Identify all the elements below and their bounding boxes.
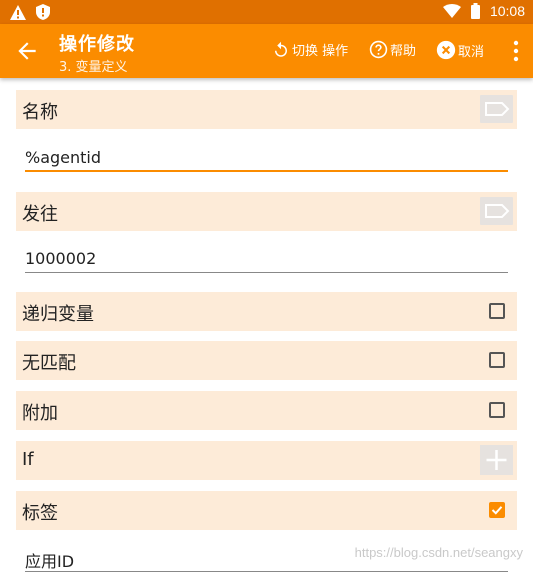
shield-icon [36,4,50,20]
help-label: 帮助 [390,44,417,59]
if-label: If [22,449,34,470]
page-subtitle: 3. 变量定义 [59,60,128,75]
back-arrow-icon[interactable] [14,38,40,64]
name-row: 名称 [16,90,517,129]
help-icon [369,40,388,59]
help-button[interactable]: 帮助 [369,40,416,59]
page-title: 操作修改 [59,34,135,55]
tag-label: 标签 [22,503,58,524]
tag-checkbox[interactable] [489,502,505,518]
cancel-icon [436,40,456,60]
switch-action-button[interactable]: 切换 操作 [272,40,348,59]
send-to-input[interactable]: 1000002 [25,243,508,273]
more-vert-icon[interactable] [513,40,519,62]
app-bar: 操作修改 3. 变量定义 切换 操作 帮助 取消 [0,24,533,78]
tag-row: 标签 [16,491,517,530]
status-time: 10:08 [489,3,525,19]
recursive-row: 递归变量 [16,292,517,331]
battery-icon [470,3,480,19]
label-icon [485,204,510,218]
send-to-tag-button[interactable] [480,197,513,225]
name-input[interactable]: %agentid [25,142,508,172]
label-icon [485,102,510,116]
plus-icon [486,450,507,470]
watermark: https://blog.csdn.net/seangxy [354,545,523,560]
append-row: 附加 [16,391,517,430]
recursive-checkbox[interactable] [489,303,505,319]
no-match-checkbox[interactable] [489,352,505,368]
name-label: 名称 [22,102,58,123]
append-label: 附加 [22,403,58,424]
if-row: If [16,441,517,480]
recursive-label: 递归变量 [22,304,94,325]
send-to-label: 发往 [22,204,58,225]
cancel-button[interactable]: 取消 [436,40,484,60]
append-checkbox[interactable] [489,402,505,418]
no-match-row: 无匹配 [16,341,517,380]
send-to-row: 发往 [16,192,517,231]
cancel-label: 取消 [458,44,485,60]
name-tag-button[interactable] [480,95,513,123]
status-bar: 10:08 [0,0,533,24]
check-icon [491,506,503,515]
undo-icon [275,41,287,57]
add-condition-button[interactable] [480,445,513,475]
warning-icon [10,4,26,20]
wifi-icon [442,4,461,18]
switch-action-label: 切换 操作 [292,44,349,59]
no-match-label: 无匹配 [22,353,76,374]
